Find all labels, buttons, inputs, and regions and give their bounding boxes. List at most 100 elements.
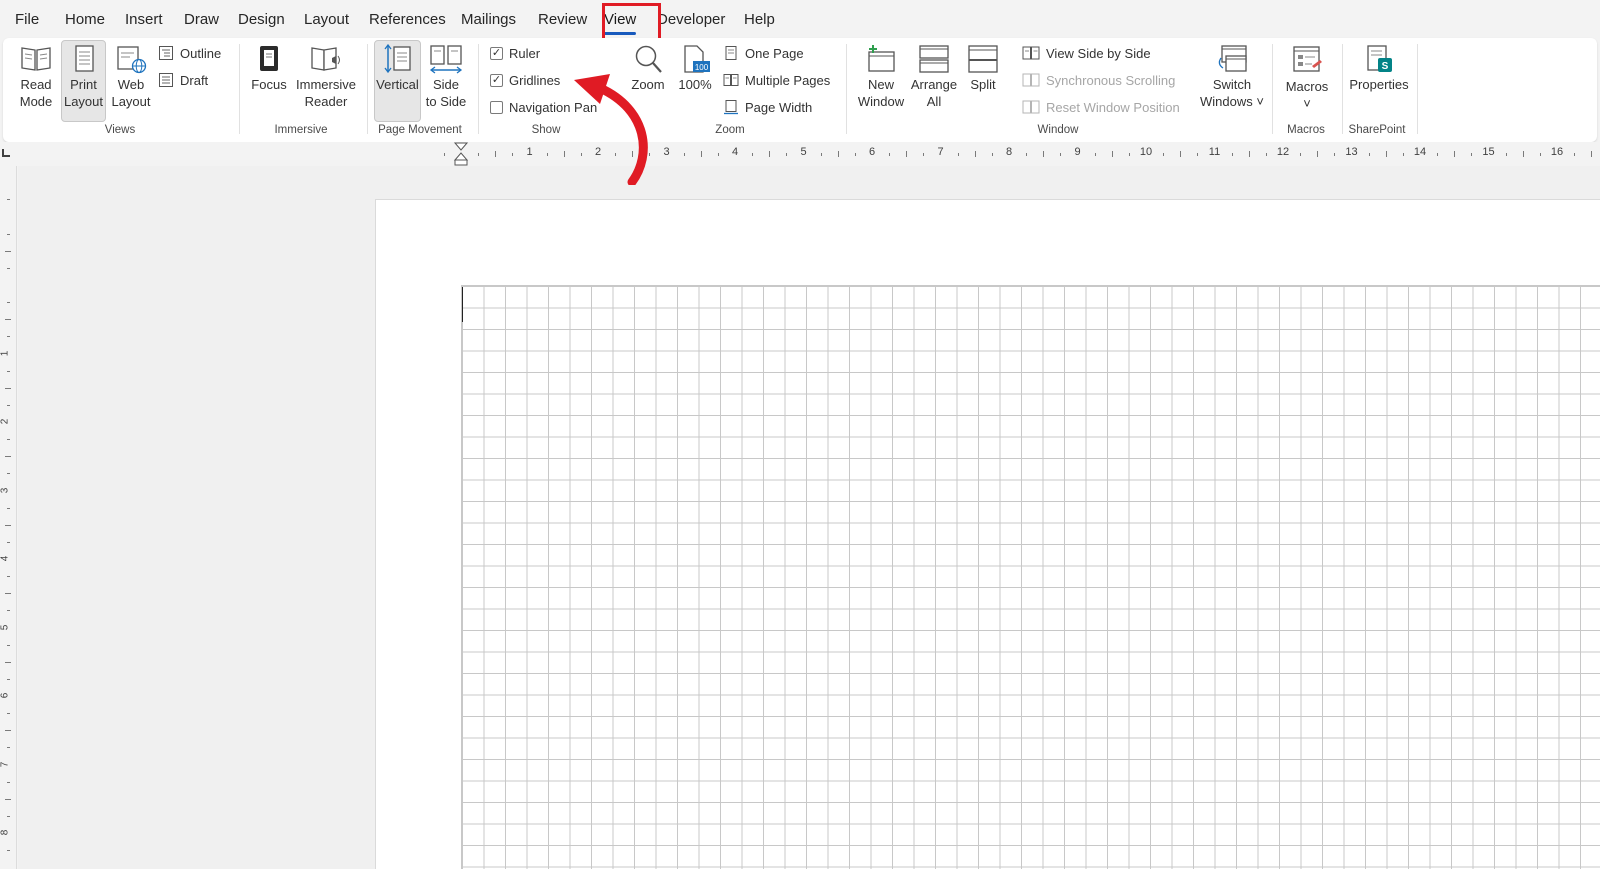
- outline-icon: [159, 46, 173, 60]
- macros-button[interactable]: Macros ˅: [1282, 44, 1332, 112]
- gridlines-label: Gridlines: [509, 72, 561, 88]
- macros-group-label: Macros: [1287, 124, 1325, 136]
- arrange-all-icon: [919, 45, 949, 73]
- immersive-reader-icon: [311, 47, 340, 71]
- ruler-tick: [6, 541, 10, 543]
- zoom-button[interactable]: Zoom: [627, 44, 669, 93]
- tab-stop-selector-icon[interactable]: [2, 149, 10, 157]
- ruler-tick: [6, 507, 10, 509]
- zoom-100-button[interactable]: 100 100%: [675, 44, 715, 93]
- tab-file[interactable]: File: [15, 11, 39, 28]
- page-width-icon: [724, 100, 738, 115]
- split-icon: [968, 45, 998, 73]
- immersive-group-label: Immersive: [274, 124, 328, 136]
- navigation-pane-checkbox[interactable]: Navigation Pan: [490, 97, 597, 117]
- ruler-tick: [5, 250, 11, 252]
- separator: [367, 44, 368, 134]
- arrange-all-label-2: All: [926, 94, 942, 109]
- outline-button[interactable]: Outline: [158, 43, 221, 63]
- ruler-tick: [6, 678, 10, 680]
- synchronous-scrolling-icon: [1022, 73, 1040, 87]
- separator: [846, 44, 847, 134]
- gridlines-checkbox[interactable]: ✓ Gridlines: [490, 70, 560, 90]
- tab-insert[interactable]: Insert: [125, 11, 163, 28]
- ruler-tick: [6, 850, 10, 852]
- page-width-button[interactable]: Page Width: [723, 97, 812, 117]
- immersive-reader-button[interactable]: Immersive Reader: [295, 44, 357, 110]
- tab-home[interactable]: Home: [65, 11, 105, 28]
- synchronous-scrolling-button[interactable]: Synchronous Scrolling: [1022, 70, 1175, 90]
- switch-windows-button[interactable]: Switch Windows ˅: [1197, 44, 1267, 110]
- ruler-tick: [837, 151, 839, 157]
- ruler-number: 2: [0, 418, 11, 425]
- tab-mailings[interactable]: Mailings: [461, 11, 516, 28]
- read-mode-button[interactable]: Read Mode: [13, 44, 59, 110]
- vertical-ruler[interactable]: 1 2 3 4 5 6 7 8: [0, 166, 17, 869]
- view-side-by-side-button[interactable]: View Side by Side: [1022, 43, 1151, 63]
- ruler-tick: [6, 815, 10, 817]
- ruler-tick: [1026, 152, 1028, 156]
- tab-references[interactable]: References: [369, 11, 446, 28]
- ruler-number: 6: [0, 692, 11, 699]
- ruler-tick: [752, 152, 754, 156]
- tab-draw[interactable]: Draw: [184, 11, 219, 28]
- ruler-tick: [5, 798, 11, 800]
- vertical-button[interactable]: Vertical: [374, 40, 421, 122]
- ruler-tick: [5, 387, 11, 389]
- split-button[interactable]: Split: [963, 44, 1003, 93]
- ruler-tick: [1128, 152, 1130, 156]
- ruler-tick: [1163, 152, 1165, 156]
- multiple-pages-button[interactable]: Multiple Pages: [723, 70, 830, 90]
- tab-developer[interactable]: Developer: [657, 11, 725, 28]
- ruler-tick: [1471, 152, 1473, 156]
- magnifier-icon: [635, 45, 662, 73]
- print-layout-label-1: Print: [70, 77, 97, 92]
- read-mode-icon: [21, 47, 51, 71]
- focus-button[interactable]: Focus: [249, 44, 289, 93]
- tab-design[interactable]: Design: [238, 11, 285, 28]
- svg-text:S: S: [1382, 61, 1389, 72]
- reset-window-position-label: Reset Window Position: [1046, 99, 1180, 115]
- tab-review[interactable]: Review: [538, 11, 587, 28]
- ruler-tick: [923, 152, 925, 156]
- web-layout-button[interactable]: Web Layout: [109, 44, 153, 110]
- side-to-side-button[interactable]: Side to Side: [424, 44, 468, 110]
- properties-button[interactable]: S Properties: [1346, 44, 1412, 93]
- web-layout-icon: [117, 46, 147, 74]
- outline-label: Outline: [180, 45, 222, 61]
- ruler-tick: [769, 151, 771, 157]
- new-window-label-1: New: [867, 77, 894, 92]
- text-cursor: [462, 287, 463, 322]
- ruler-tick: [478, 152, 480, 156]
- indent-marker-icon[interactable]: [453, 142, 469, 166]
- gridlines-area[interactable]: [461, 285, 1600, 869]
- sharepoint-properties-icon: S: [1367, 45, 1392, 72]
- reset-window-position-button[interactable]: Reset Window Position: [1022, 97, 1180, 117]
- tab-help[interactable]: Help: [744, 11, 775, 28]
- ruler-check-icon: ✓: [490, 46, 503, 60]
- ruler-tick: [512, 152, 514, 156]
- navigation-pane-check-icon: [490, 100, 503, 114]
- ruler-tick: [1060, 152, 1062, 156]
- arrange-all-button[interactable]: Arrange All: [909, 44, 959, 110]
- horizontal-ruler[interactable]: 1 2 3 4 5 6 7 8 9 10 11 12 13 14 15 16: [0, 142, 1600, 166]
- ruler-tick: [1334, 152, 1336, 156]
- ruler-number: 4: [731, 146, 739, 158]
- print-layout-icon: [74, 45, 94, 72]
- ruler-tick: [1265, 152, 1267, 156]
- tab-layout[interactable]: Layout: [304, 11, 349, 28]
- ruler-tick: [700, 151, 702, 157]
- draft-button[interactable]: Draft: [158, 70, 208, 90]
- ruler-tick: [6, 233, 10, 235]
- new-window-button[interactable]: New Window: [855, 44, 907, 110]
- separator: [1417, 44, 1418, 134]
- ruler-tick: [443, 152, 445, 156]
- ruler-tick: [1574, 152, 1576, 156]
- arrange-all-label-1: Arrange: [910, 77, 958, 92]
- ruler-number: 3: [663, 146, 670, 158]
- ruler-tick: [6, 644, 10, 646]
- one-page-button[interactable]: One Page: [723, 43, 804, 63]
- ruler-tick: [854, 152, 856, 156]
- ruler-checkbox[interactable]: ✓ Ruler: [490, 43, 540, 63]
- print-layout-button[interactable]: Print Layout: [61, 40, 106, 122]
